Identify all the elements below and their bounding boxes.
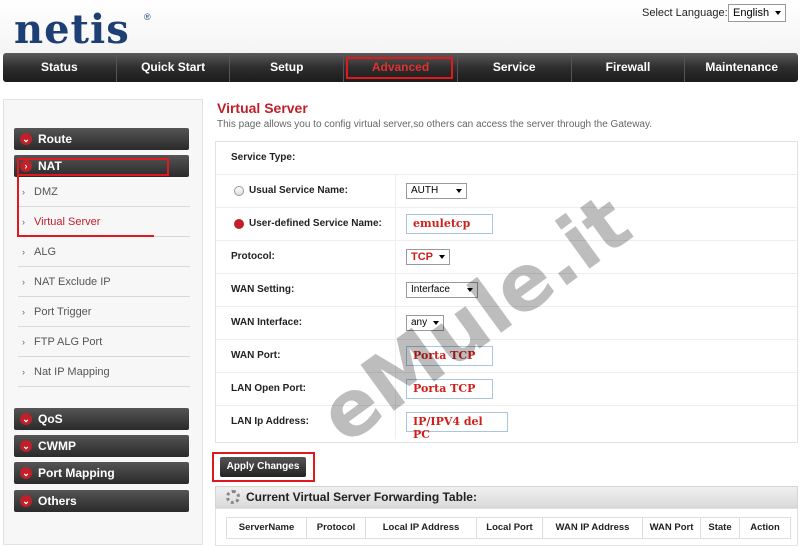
protocol-select[interactable]: TCP [406, 249, 450, 265]
sidebar-item-virtual-server[interactable]: › Virtual Server [18, 207, 190, 237]
column-header: Protocol [307, 518, 366, 538]
sidebar-item-label: ALG [34, 246, 57, 258]
sidebar-section-port-mapping[interactable]: ⌄ Port Mapping [14, 462, 189, 484]
annotation-highlight-nat [17, 158, 169, 176]
usual-service-select[interactable]: AUTH [406, 183, 467, 199]
forwarding-table: ServerName Protocol Local IP Address Loc… [226, 517, 791, 539]
sidebar-item-label: Virtual Server [34, 216, 101, 228]
chevron-right-icon: › [22, 277, 25, 287]
sidebar-section-label: Port Mapping [38, 466, 115, 480]
column-header: Local Port [477, 518, 543, 538]
chevron-right-icon: › [22, 247, 25, 257]
chevron-right-icon: › [22, 217, 25, 227]
sidebar-item-alg[interactable]: › ALG [18, 237, 190, 267]
sidebar-item-label: DMZ [34, 186, 58, 198]
annotation-line [17, 235, 154, 237]
chevron-down-icon [456, 189, 462, 193]
form-row-service-type: Service Type: [216, 142, 799, 175]
column-header: Local IP Address [366, 518, 477, 538]
chevron-down-icon: ⌄ [20, 467, 32, 479]
user-defined-label: User-defined Service Name: [249, 218, 382, 229]
chevron-down-icon: ⌄ [20, 495, 32, 507]
chevron-right-icon: › [22, 307, 25, 317]
registered-mark: ® [144, 12, 151, 22]
usual-service-radio[interactable] [234, 186, 244, 196]
sidebar-item-label: Port Trigger [34, 306, 92, 318]
header: netis ® Select Language: English [0, 0, 800, 54]
wan-port-label: WAN Port: [231, 350, 281, 361]
nav-firewall[interactable]: Firewall [572, 53, 686, 82]
forwarding-table-header: Current Virtual Server Forwarding Table: [215, 486, 798, 508]
sidebar-section-label: CWMP [38, 439, 76, 453]
sidebar-section-label: Route [38, 132, 72, 146]
gear-icon [226, 490, 240, 504]
wan-interface-label: WAN Interface: [231, 317, 303, 328]
sidebar-section-qos[interactable]: ⌄ QoS [14, 408, 189, 430]
language-select[interactable]: English [728, 4, 786, 22]
annotation-highlight-apply [212, 452, 315, 482]
nav-quick-start[interactable]: Quick Start [117, 53, 231, 82]
lan-open-port-label: LAN Open Port: [231, 383, 306, 394]
nav-advanced[interactable]: Advanced [344, 53, 458, 82]
service-type-label: Service Type: [231, 152, 296, 163]
chevron-down-icon [775, 11, 781, 15]
user-defined-input[interactable]: emuletcp [406, 214, 493, 234]
column-header: Action [750, 522, 780, 533]
column-header: WAN IP Address [543, 518, 643, 538]
sidebar-item-label: Nat IP Mapping [34, 366, 110, 378]
divider [395, 175, 396, 208]
sidebar: ⌄ Route › NAT › DMZ › Virtual Server › A… [3, 99, 203, 545]
forwarding-table-title: Current Virtual Server Forwarding Table: [246, 490, 477, 504]
usual-service-label: Usual Service Name: [249, 185, 348, 196]
nav-maintenance[interactable]: Maintenance [685, 53, 798, 82]
protocol-value: TCP [411, 251, 433, 263]
sidebar-item-nat-ip-mapping[interactable]: › Nat IP Mapping [18, 357, 190, 387]
nav-service[interactable]: Service [458, 53, 572, 82]
usual-service-value: AUTH [411, 185, 439, 196]
chevron-down-icon: ⌄ [20, 133, 32, 145]
page-description: This page allows you to config virtual s… [217, 119, 653, 130]
wan-setting-label: WAN Setting: [231, 284, 295, 295]
protocol-label: Protocol: [231, 251, 275, 262]
chevron-down-icon [439, 255, 445, 259]
divider [395, 241, 396, 274]
main-nav: Status Quick Start Setup Advanced Servic… [3, 53, 798, 82]
chevron-right-icon: › [22, 187, 25, 197]
sidebar-section-route[interactable]: ⌄ Route [14, 128, 189, 150]
lan-ip-input[interactable]: IP/IPV4 del PC [406, 412, 508, 441]
sidebar-item-dmz[interactable]: › DMZ [18, 177, 190, 207]
sidebar-item-port-trigger[interactable]: › Port Trigger [18, 297, 190, 327]
divider [395, 208, 396, 241]
nav-status[interactable]: Status [3, 53, 117, 82]
sidebar-section-cwmp[interactable]: ⌄ CWMP [14, 435, 189, 457]
annotation-line [17, 176, 19, 237]
lan-ip-label: LAN Ip Address: [231, 416, 309, 427]
forwarding-table-area: ServerName Protocol Local IP Address Loc… [215, 508, 798, 546]
form-row-usual-service: Usual Service Name: AUTH [216, 175, 799, 208]
chevron-down-icon: ⌄ [20, 413, 32, 425]
form-row-lan-ip: LAN Ip Address: IP/IPV4 del PC [216, 406, 799, 441]
form-row-user-defined: User-defined Service Name: emuletcp [216, 208, 799, 241]
sidebar-item-label: FTP ALG Port [34, 336, 103, 348]
chevron-right-icon: › [22, 337, 25, 347]
user-defined-radio[interactable] [234, 219, 244, 229]
chevron-down-icon: ⌄ [20, 440, 32, 452]
netis-logo: netis [14, 6, 130, 53]
sidebar-section-others[interactable]: ⌄ Others [14, 490, 189, 512]
column-header: WAN Port [643, 518, 701, 538]
sidebar-item-ftp-alg-port[interactable]: › FTP ALG Port [18, 327, 190, 357]
sidebar-section-label: Others [38, 494, 77, 508]
page-title: Virtual Server [217, 100, 308, 116]
column-header: ServerName [227, 518, 307, 538]
sidebar-item-nat-exclude-ip[interactable]: › NAT Exclude IP [18, 267, 190, 297]
column-header: State [701, 518, 740, 538]
divider [395, 274, 396, 307]
nav-setup[interactable]: Setup [230, 53, 345, 82]
sidebar-section-label: QoS [38, 412, 63, 426]
sidebar-item-label: NAT Exclude IP [34, 276, 111, 288]
language-value: English [733, 7, 770, 19]
chevron-right-icon: › [22, 367, 25, 377]
language-label: Select Language: [642, 7, 728, 19]
